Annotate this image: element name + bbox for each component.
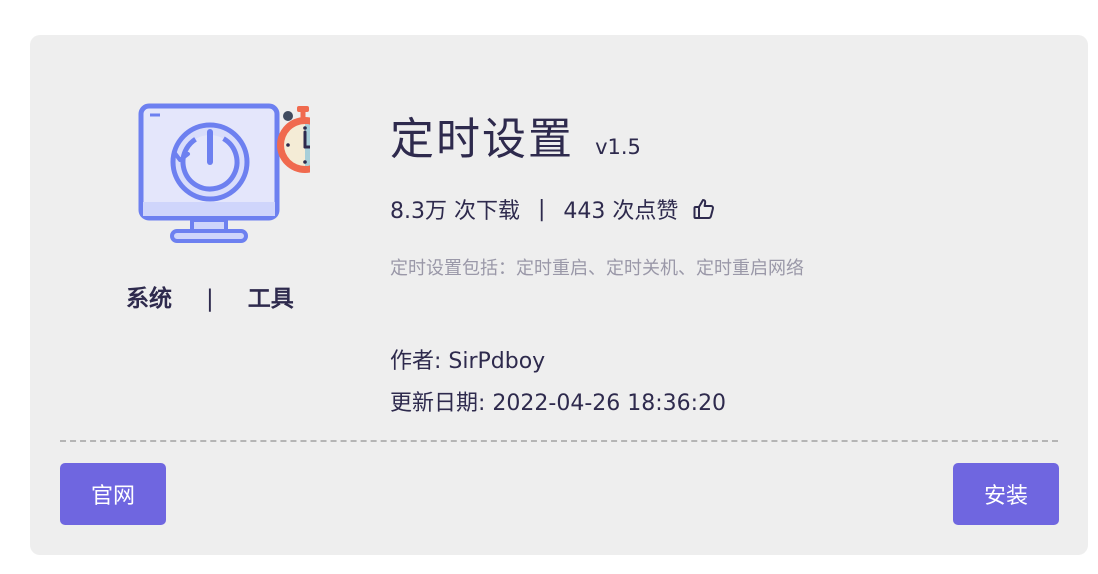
stats-row: 8.3万 次下载 | 443 次点赞 — [390, 193, 716, 225]
like-count: 443 次点赞 — [563, 199, 679, 224]
divider — [60, 440, 1058, 442]
app-title: 定时设置 — [390, 114, 574, 165]
thumbs-up-icon[interactable] — [692, 197, 716, 221]
website-button[interactable]: 官网 — [60, 463, 166, 525]
plugin-card: 系统 | 工具 定时设置 v1.5 8.3万 次下载 | 443 次点赞 定时设… — [30, 35, 1088, 555]
app-author: 作者: SirPdboy — [390, 349, 546, 374]
app-description: 定时设置包括：定时重启、定时关机、定时重启网络 — [390, 258, 804, 279]
tag-separator: | — [206, 286, 214, 312]
category-tags: 系统 | 工具 — [126, 279, 294, 313]
install-button[interactable]: 安装 — [953, 463, 1059, 525]
app-updated-date: 更新日期: 2022-04-26 18:36:20 — [390, 391, 727, 416]
tag-category[interactable]: 系统 — [126, 286, 172, 312]
title-row: 定时设置 v1.5 — [390, 103, 641, 167]
tag-type[interactable]: 工具 — [248, 286, 294, 312]
download-count: 8.3万 次下载 — [390, 199, 520, 224]
app-version: v1.5 — [595, 135, 641, 159]
monitor-power-timer-icon — [130, 70, 310, 250]
stats-separator: | — [537, 196, 546, 222]
